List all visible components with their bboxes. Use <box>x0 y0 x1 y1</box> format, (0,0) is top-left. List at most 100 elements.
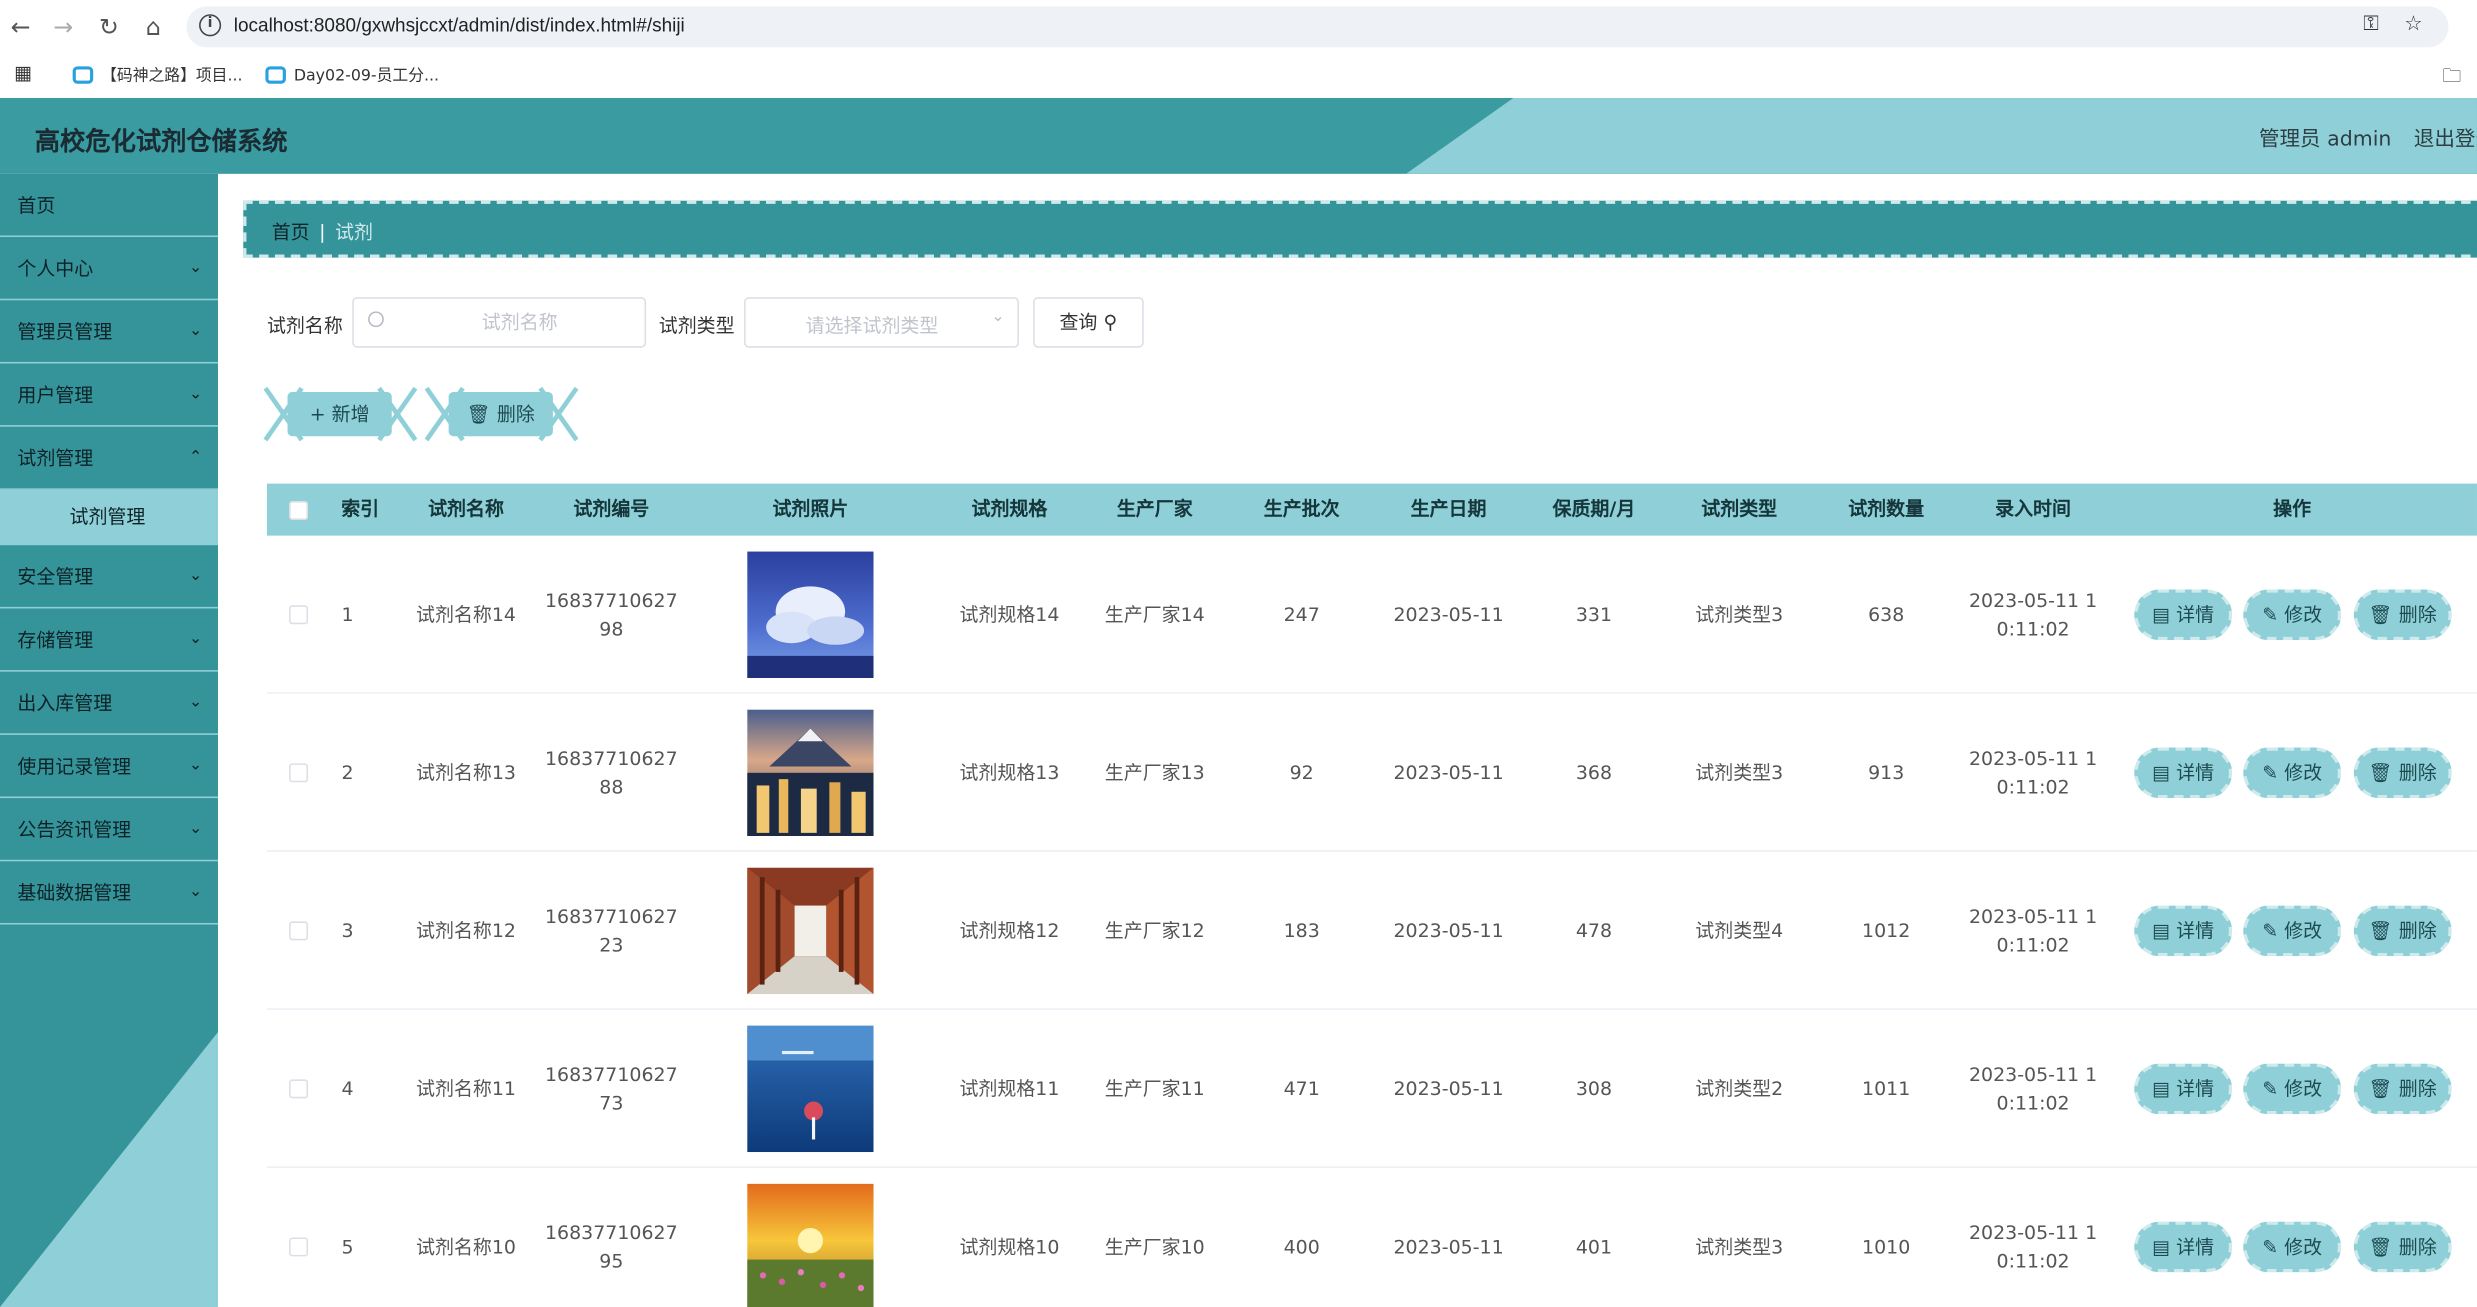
col-photo: 试剂照片 <box>772 497 849 520</box>
chevron-down-icon: ⌄ <box>188 385 203 404</box>
table-header: 索引 试剂名称 试剂编号 试剂照片 试剂规格 生产厂家 生产批次 生产日期 保质… <box>266 483 2477 536</box>
sidebar-subitem-reagent-management[interactable]: 试剂管理 <box>0 489 218 546</box>
cell-index: 4 <box>341 1077 354 1100</box>
delete-button[interactable]: 🗑 删除 <box>2353 905 2452 957</box>
delete-button[interactable]: 🗑 删除 <box>2353 589 2452 641</box>
detail-button[interactable]: ▤ 详情 <box>2134 905 2233 957</box>
name-filter-field[interactable] <box>352 297 647 348</box>
cell-quantity: 1011 <box>1862 1077 1911 1100</box>
bookmark-2[interactable]: Day02-09-员工分... <box>265 62 439 85</box>
delete-label: 删除 <box>2398 1235 2437 1258</box>
cell-time-line1: 2023-05-11 1 <box>1968 747 2098 770</box>
delete-button[interactable]: 🗑 删除 <box>2353 1063 2452 1115</box>
detail-button[interactable]: ▤ 详情 <box>2134 747 2233 799</box>
chevron-down-icon: ⌄ <box>188 820 203 838</box>
button-decoration <box>272 382 294 445</box>
button-decoration <box>547 382 569 445</box>
bilibili-icon <box>265 66 286 84</box>
trash-icon: 🗑 <box>466 403 491 426</box>
folder-icon[interactable]: 🗀 <box>2442 62 2461 95</box>
sidebar-subitem-label: 试剂管理 <box>69 505 146 528</box>
row-checkbox[interactable] <box>289 763 309 783</box>
row-checkbox[interactable] <box>289 605 309 625</box>
cell-code-line1: 16837710627 <box>544 589 678 612</box>
edit-button[interactable]: ✎ 修改 <box>2243 589 2342 641</box>
batch-delete-button[interactable]: 🗑 删除 <box>448 391 553 437</box>
add-button[interactable]: + 新增 <box>287 391 392 437</box>
home-icon[interactable]: ⌂ <box>139 13 167 41</box>
edit-button[interactable]: ✎ 修改 <box>2243 905 2342 957</box>
detail-label: 详情 <box>2176 1235 2215 1258</box>
apps-grid-icon[interactable]: ▦ <box>14 62 32 84</box>
cell-batch: 471 <box>1283 1077 1320 1100</box>
cell-code: 16837710627 23 <box>539 852 684 1010</box>
cell-date: 2023-05-11 <box>1393 919 1504 942</box>
row-checkbox[interactable] <box>289 921 309 941</box>
detail-button[interactable]: ▤ 详情 <box>2134 1063 2233 1115</box>
cell-code-line2: 73 <box>599 1092 624 1115</box>
bookmark-1[interactable]: 【码神之路】项目... <box>72 62 243 85</box>
cell-code: 16837710627 95 <box>539 1168 684 1307</box>
sidebar-item-label: 使用记录管理 <box>17 755 132 778</box>
sidebar-item-home[interactable]: 首页 <box>0 174 218 238</box>
sidebar-item-inout-management[interactable]: 出入库管理 ⌄ <box>0 672 218 735</box>
site-info-icon[interactable]: i <box>199 14 222 37</box>
edit-button[interactable]: ✎ 修改 <box>2243 747 2342 799</box>
cell-time-line1: 2023-05-11 1 <box>1968 905 2098 928</box>
cell-name: 试剂名称13 <box>416 761 516 784</box>
bookmarks-bar: ▦ 【码神之路】项目... Day02-09-员工分... 🗀 <box>0 53 2477 95</box>
trash-icon: 🗑 <box>2368 919 2393 942</box>
address-bar[interactable]: i localhost:8080/gxwhsjccxt/admin/dist/i… <box>186 6 2449 48</box>
row-checkbox[interactable] <box>289 1237 309 1257</box>
sidebar-item-safety-management[interactable]: 安全管理 ⌄ <box>0 545 218 609</box>
cell-entry-time: 2023-05-11 1 0:11:02 <box>1960 536 2105 694</box>
sidebar-item-reagent-management[interactable]: 试剂管理 ⌃ <box>0 427 218 490</box>
delete-button[interactable]: 🗑 删除 <box>2353 1221 2452 1273</box>
cell-code-line2: 23 <box>599 934 624 957</box>
select-all-checkbox[interactable] <box>289 500 309 520</box>
sidebar-item-base-data[interactable]: 基础数据管理 ⌄ <box>0 861 218 925</box>
app-header: 高校危化试剂仓储系统 管理员 admin 退出登录 <box>0 97 2477 174</box>
name-filter-input[interactable] <box>401 308 639 337</box>
delete-button[interactable]: 🗑 删除 <box>2353 747 2452 799</box>
cell-name: 试剂名称12 <box>416 919 516 942</box>
type-filter-select[interactable]: 请选择试剂类型 ⌄ <box>744 297 1019 348</box>
detail-button[interactable]: ▤ 详情 <box>2134 1221 2233 1273</box>
reagent-photo[interactable] <box>747 1025 874 1153</box>
edit-label: 修改 <box>2284 1235 2323 1258</box>
sidebar-item-storage-management[interactable]: 存储管理 ⌄ <box>0 608 218 672</box>
sidebar-item-profile[interactable]: 个人中心 ⌄ <box>0 237 218 301</box>
chevron-down-icon: ⌄ <box>188 693 203 712</box>
sidebar-item-announcements[interactable]: 公告资讯管理 ⌄ <box>0 798 218 862</box>
cell-time-line2: 0:11:02 <box>1996 1092 2070 1115</box>
reload-icon[interactable]: ↻ <box>95 13 123 41</box>
pencil-icon: ✎ <box>2262 761 2279 784</box>
logout-link[interactable]: 退出登录 <box>2414 122 2477 152</box>
chevron-down-icon: ⌄ <box>188 883 203 901</box>
query-button[interactable]: 查询 ⚲ <box>1033 297 1144 348</box>
cell-maker: 生产厂家12 <box>1104 919 1205 942</box>
table-row: 1 试剂名称14 16837710627 98 试剂规格14 生产厂家14 247… <box>266 535 2477 694</box>
edit-button[interactable]: ✎ 修改 <box>2243 1063 2342 1115</box>
reagent-photo[interactable] <box>747 709 874 837</box>
sidebar-item-admin-management[interactable]: 管理员管理 ⌄ <box>0 300 218 364</box>
row-checkbox[interactable] <box>289 1079 309 1099</box>
breadcrumb-home[interactable]: 首页 <box>272 221 310 243</box>
edit-button[interactable]: ✎ 修改 <box>2243 1221 2342 1273</box>
back-arrow-icon[interactable]: ← <box>6 13 34 41</box>
chevron-up-icon: ⌃ <box>188 448 203 467</box>
detail-button[interactable]: ▤ 详情 <box>2134 589 2233 641</box>
sidebar-item-usage-records[interactable]: 使用记录管理 ⌄ <box>0 735 218 799</box>
reagent-photo[interactable] <box>747 867 874 995</box>
star-icon[interactable]: ☆ <box>2404 13 2422 37</box>
reagent-photo[interactable] <box>747 1183 874 1307</box>
url-text[interactable]: localhost:8080/gxwhsjccxt/admin/dist/ind… <box>234 14 685 36</box>
key-icon[interactable]: ⚿ <box>2363 13 2379 37</box>
sidebar-item-user-management[interactable]: 用户管理 ⌄ <box>0 363 218 427</box>
forward-arrow-icon[interactable]: → <box>49 13 77 41</box>
reagent-photo[interactable] <box>747 551 874 678</box>
sidebar-item-label: 用户管理 <box>17 384 94 407</box>
sidebar-item-label: 基础数据管理 <box>17 881 132 904</box>
col-shelf-life: 保质期/月 <box>1552 497 1636 520</box>
cell-code: 16837710627 98 <box>539 536 684 694</box>
